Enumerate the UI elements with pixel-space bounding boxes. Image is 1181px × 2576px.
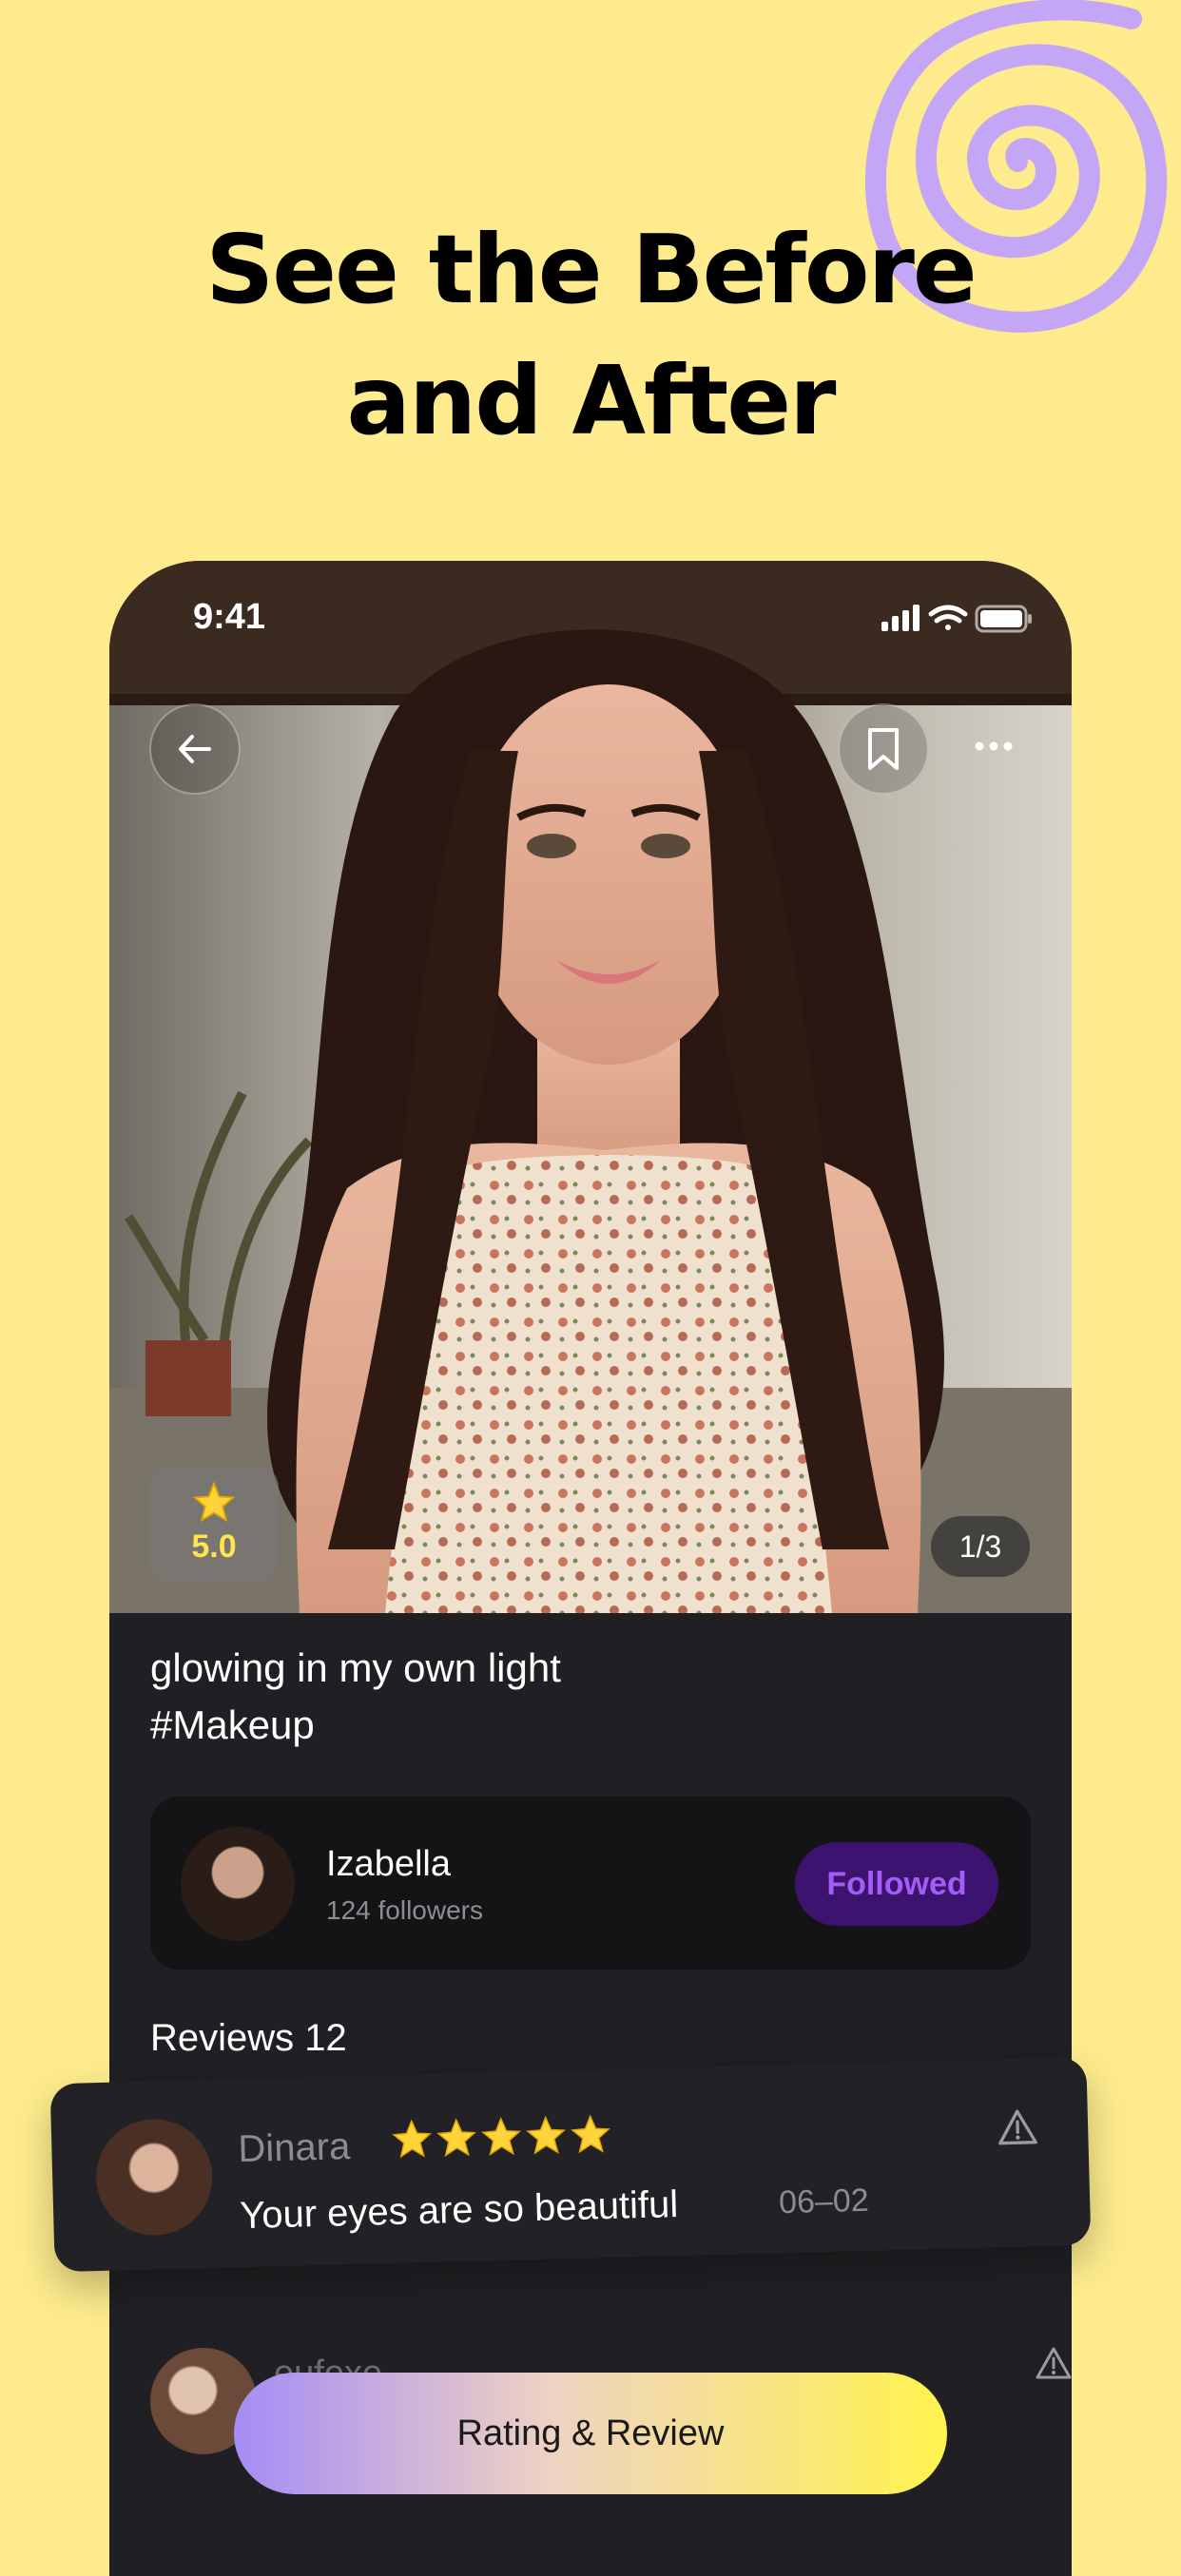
status-icons	[881, 601, 1034, 640]
author-name[interactable]: Izabella	[326, 1844, 451, 1885]
headline-line-2: and After	[0, 336, 1181, 467]
image-pager: 1/3	[931, 1516, 1030, 1577]
reviewer-avatar	[95, 2118, 214, 2237]
caption-text: glowing in my own light	[150, 1640, 561, 1697]
reviewer-name: Dinara	[238, 2125, 351, 2171]
status-bar: 9:41	[109, 561, 1072, 675]
rating-badge: 5.0	[149, 1469, 279, 1581]
rating-value: 5.0	[149, 1528, 279, 1566]
warning-icon[interactable]	[1035, 2346, 1072, 2380]
wifi-icon	[931, 607, 965, 630]
bookmark-button[interactable]	[838, 703, 929, 795]
back-arrow-icon	[173, 727, 217, 771]
status-time: 9:41	[193, 597, 265, 638]
headline-line-1: See the Before	[0, 204, 1181, 336]
follow-button[interactable]: Followed	[795, 1842, 998, 1926]
review-date: 06–02	[779, 2182, 870, 2221]
battery-icon	[977, 606, 1032, 631]
star-icon	[483, 2118, 520, 2154]
author-card[interactable]: Izabella 124 followers Followed	[150, 1797, 1031, 1970]
phone-frame: 9:41	[109, 561, 1072, 2576]
reviews-title: Reviews 12	[150, 2017, 347, 2060]
post-photo[interactable]: 9:41	[109, 561, 1072, 1613]
headline: See the Before and After	[0, 204, 1181, 467]
rating-review-button[interactable]: Rating & Review	[234, 2373, 947, 2494]
post-photo-illustration	[109, 561, 1072, 1613]
post-caption: glowing in my own light #Makeup	[150, 1640, 561, 1754]
star-icon	[572, 2116, 610, 2152]
review-stars	[390, 2113, 619, 2167]
bookmark-icon	[864, 726, 902, 772]
signal-icon	[881, 605, 920, 631]
review-text: Your eyes are so beautiful	[240, 2183, 679, 2238]
caption-hashtag[interactable]: #Makeup	[150, 1697, 561, 1754]
author-followers: 124 followers	[326, 1895, 483, 1926]
star-icon	[394, 2121, 431, 2157]
back-button[interactable]	[149, 703, 241, 795]
star-icon	[438, 2120, 475, 2156]
more-button[interactable]	[965, 722, 1022, 770]
warning-icon[interactable]	[997, 2107, 1039, 2146]
star-icon	[528, 2117, 565, 2153]
featured-review-card: Dinara Your eyes are so beautiful 06–02	[50, 2057, 1092, 2272]
more-icon	[975, 741, 1013, 751]
star-icon	[193, 1482, 235, 1522]
author-avatar[interactable]	[181, 1827, 295, 1941]
